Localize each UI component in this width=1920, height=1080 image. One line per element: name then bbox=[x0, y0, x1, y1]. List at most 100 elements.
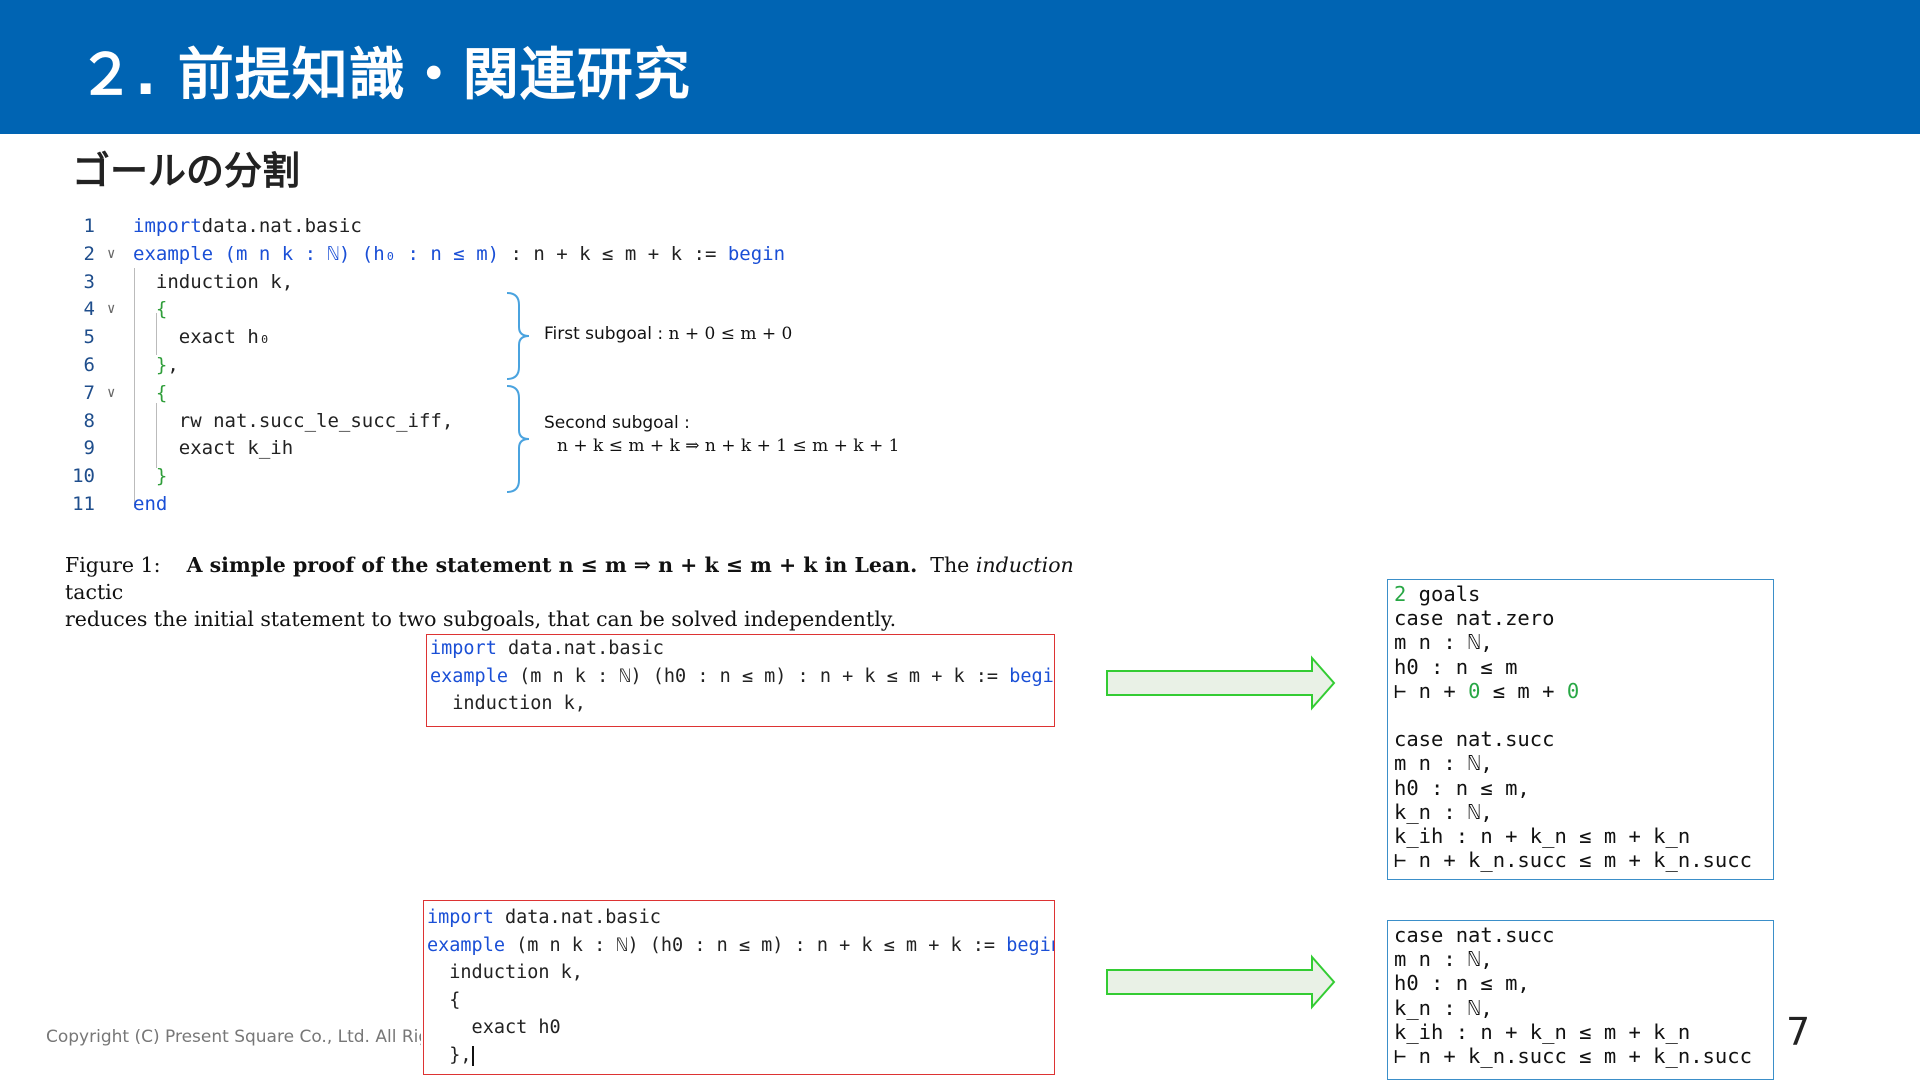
caption-text: The bbox=[930, 553, 970, 577]
section-subtitle: ゴールの分割 bbox=[72, 149, 301, 193]
code-line: 10 } bbox=[65, 463, 625, 490]
code-token: (h₀ : n ≤ m) bbox=[350, 242, 500, 265]
code-token: exact k_ih bbox=[133, 437, 294, 460]
code-token: k_ih : n + k_n ≤ m + k_n bbox=[1394, 824, 1691, 848]
code-line: h0 : n ≤ m, bbox=[1394, 776, 1530, 800]
code-token: begin bbox=[1009, 665, 1054, 687]
code-token: import bbox=[430, 638, 497, 659]
code-token: } bbox=[133, 465, 168, 488]
fold-chevron-icon[interactable]: ∨ bbox=[107, 296, 115, 323]
slide-title: ２. 前提知識・関連研究 bbox=[78, 43, 691, 108]
code-token: data.nat.basic bbox=[496, 638, 664, 659]
code-line: 2 ∨ example (m n k : ℕ) (h₀ : n ≤ m) : n +… bbox=[65, 241, 786, 268]
code-line: case nat.succ bbox=[1394, 923, 1554, 947]
code-token: m n : ℕ, bbox=[1394, 630, 1493, 655]
line-number: 4 bbox=[83, 298, 95, 321]
copyright-footer: Copyright (C) Present Square Co., Ltd. A… bbox=[46, 1027, 421, 1047]
code-text: { bbox=[133, 296, 167, 323]
code-text: induction k, bbox=[133, 269, 293, 296]
code-token: begin bbox=[727, 242, 786, 265]
code-line: 8 rw nat.succ_le_succ_iff, bbox=[65, 408, 625, 435]
code-token: { bbox=[427, 989, 461, 1011]
code-line: k_ih : n + k_n ≤ m + k_n bbox=[1394, 824, 1690, 848]
code-token: k_n : ℕ, bbox=[1394, 799, 1493, 824]
line-number: 9 bbox=[83, 437, 95, 460]
code-token: example bbox=[430, 665, 508, 687]
code-token: k_n : ℕ, bbox=[1394, 995, 1493, 1020]
line-number: 10 bbox=[72, 465, 95, 488]
code-text: } bbox=[133, 463, 167, 490]
header-bar: ２. 前提知識・関連研究 bbox=[0, 0, 1920, 134]
code-line: 5 exact h₀ bbox=[65, 324, 625, 351]
code-token: , bbox=[167, 354, 179, 376]
code-line: case nat.succ bbox=[1394, 727, 1554, 751]
code-line: ⊢ n + k_n.succ ≤ m + k_n.succ bbox=[1394, 848, 1752, 872]
caption-prefix: Figure 1: bbox=[65, 553, 161, 577]
code-token: case nat.succ bbox=[1394, 727, 1555, 752]
code-token: case nat.succ bbox=[1394, 923, 1555, 947]
line-number: 8 bbox=[83, 409, 95, 432]
code-token: example bbox=[427, 934, 505, 956]
code-text: }, bbox=[133, 352, 179, 379]
code-token: h0 : n ≤ m, bbox=[1394, 971, 1530, 996]
code-token: example bbox=[133, 242, 214, 265]
code-text: { bbox=[133, 380, 167, 407]
figure-caption: Figure 1: A simple proof of the statemen… bbox=[65, 552, 1105, 633]
text-cursor bbox=[471, 1045, 474, 1066]
goals-box-1: 2 goals case nat.zero m n : ℕ, h0 : n ≤ m ⊢ … bbox=[1387, 579, 1774, 880]
code-token: m n : ℕ, bbox=[1394, 947, 1493, 972]
code-token: induction k, bbox=[430, 693, 586, 714]
code-line: k_ih : n + k_n ≤ m + k_n bbox=[1394, 1020, 1690, 1044]
code-box-2: import data.nat.basic example (m n k : ℕ)… bbox=[423, 900, 1055, 1075]
code-token: import bbox=[133, 215, 202, 237]
code-token: end bbox=[133, 493, 168, 515]
code-line: 4 ∨ { bbox=[65, 296, 625, 323]
code-token: { bbox=[133, 298, 168, 321]
code-token: import bbox=[427, 907, 494, 928]
code-line: m n : ℕ, bbox=[1394, 947, 1493, 971]
code-token: ⊢ n + k_n.succ ≤ m + k_n.succ bbox=[1394, 1044, 1752, 1068]
code-token: ≤ m + bbox=[1480, 678, 1567, 703]
line-number: 3 bbox=[83, 270, 95, 293]
code-line: 1 importdata.nat.basic bbox=[65, 213, 625, 240]
line-number: 6 bbox=[83, 354, 95, 376]
caption-text: tactic bbox=[65, 580, 124, 604]
code-token: 2 bbox=[1394, 582, 1407, 606]
code-token: exact h₀ bbox=[133, 326, 271, 349]
code-token: begin bbox=[1006, 934, 1054, 956]
code-line: induction k, bbox=[427, 959, 583, 986]
line-number: 7 bbox=[83, 381, 95, 404]
line-number: 1 bbox=[83, 215, 95, 237]
code-line: example (m n k : ℕ) (h0 : n ≤ m) : n + k… bbox=[430, 663, 1054, 690]
code-token: { bbox=[133, 381, 168, 404]
line-number: 2 bbox=[83, 242, 95, 265]
code-token: }, bbox=[427, 1044, 472, 1066]
code-line: 3 induction k, bbox=[65, 269, 625, 296]
code-token: exact h0 bbox=[427, 1017, 561, 1038]
code-token: k_ih : n + k_n ≤ m + k_n bbox=[1394, 1019, 1691, 1044]
fold-chevron-icon[interactable]: ∨ bbox=[107, 241, 115, 268]
right-arrow-2 bbox=[1106, 954, 1336, 1010]
code-token: } bbox=[133, 354, 168, 376]
code-text: example (m n k : ℕ) (h₀ : n ≤ m) : n + k… bbox=[133, 241, 785, 268]
lean-code-figure: First subgoal : n + 0 ≤ m + 0 Second sub… bbox=[65, 208, 1065, 518]
code-line: exact h0 bbox=[427, 1014, 561, 1041]
code-line: m n : ℕ, bbox=[1394, 630, 1493, 654]
code-line: import data.nat.basic bbox=[430, 635, 664, 662]
code-token: data.nat.basic bbox=[201, 215, 362, 237]
fold-chevron-icon[interactable]: ∨ bbox=[107, 380, 115, 407]
code-token: : n + k ≤ m + k := bbox=[499, 242, 728, 265]
code-line: case nat.zero bbox=[1394, 606, 1554, 630]
code-line: 7 ∨ { bbox=[65, 380, 625, 407]
code-line: { bbox=[427, 987, 460, 1014]
code-text: importdata.nat.basic bbox=[133, 213, 362, 240]
code-line: 2 goals bbox=[1394, 582, 1480, 606]
code-token: induction k, bbox=[133, 270, 294, 293]
code-line: h0 : n ≤ m bbox=[1394, 655, 1517, 679]
page-number: 7 bbox=[1786, 1010, 1811, 1054]
code-token: 0 bbox=[1566, 678, 1580, 703]
code-line: import data.nat.basic bbox=[427, 904, 661, 931]
code-text: exact h₀ bbox=[133, 324, 271, 351]
code-token: h0 : n ≤ m, bbox=[1394, 775, 1530, 800]
code-line: ⊢ n + 0 ≤ m + 0 bbox=[1394, 679, 1579, 703]
